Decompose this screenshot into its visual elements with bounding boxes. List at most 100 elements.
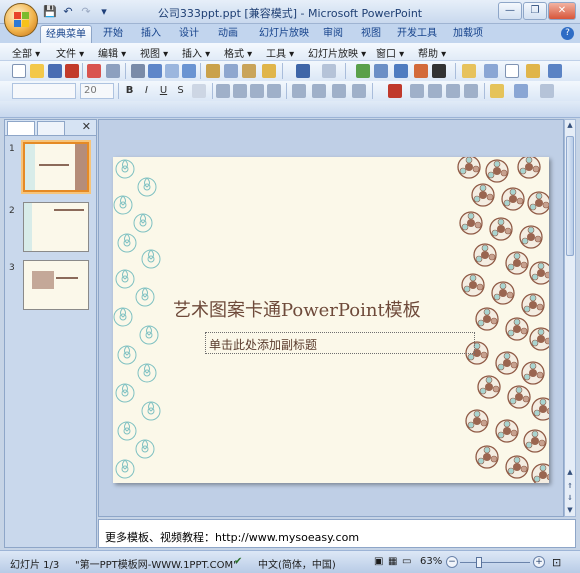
notes-pane[interactable]: 更多模板、视频教程：http://www.mysoeasy.com — [98, 519, 576, 548]
menu-file[interactable]: 文件 ▾ — [56, 45, 84, 60]
cut-icon[interactable] — [206, 64, 220, 78]
copy-icon[interactable] — [224, 64, 238, 78]
help-icon[interactable]: ? — [561, 27, 574, 40]
slideshow-view-icon[interactable]: ▭ — [402, 556, 411, 567]
format-painter-icon[interactable] — [262, 64, 276, 78]
paste-icon[interactable] — [242, 64, 256, 78]
color-grayscale-icon[interactable] — [432, 64, 446, 78]
research-icon[interactable] — [165, 64, 179, 78]
menu-edit[interactable]: 编辑 ▾ — [98, 45, 126, 60]
scroll-up-icon[interactable]: ▲ — [565, 121, 575, 133]
redo-icon[interactable] — [322, 64, 336, 78]
decrease-indent-icon[interactable] — [446, 84, 460, 98]
menu-insert[interactable]: 插入 ▾ — [182, 45, 210, 60]
current-slide[interactable]: 艺术图案卡通PowerPoint模板 单击此处添加副标题 — [113, 157, 549, 483]
slide-title[interactable]: 艺术图案卡通PowerPoint模板 — [173, 296, 453, 322]
fit-to-window-icon[interactable]: ⊡ — [552, 556, 561, 569]
scroll-down-icon[interactable]: ▼ — [565, 506, 575, 518]
tab-design[interactable]: 设计 — [174, 25, 204, 43]
scroll-up-icon[interactable]: ▲ — [565, 468, 575, 480]
minimize-button[interactable]: — — [498, 2, 522, 20]
align-left-icon[interactable] — [216, 84, 230, 98]
office-button[interactable] — [4, 3, 38, 37]
design-icon[interactable] — [490, 84, 504, 98]
tab-slides[interactable] — [7, 121, 35, 135]
font-name-combo[interactable] — [12, 83, 76, 99]
vertical-scrollbar[interactable]: ▲ ▲ ⇑ ⇓ ▼ — [564, 119, 576, 517]
arrange-icon[interactable] — [548, 64, 562, 78]
save-icon[interactable] — [48, 64, 62, 78]
maximize-button[interactable]: ❐ — [523, 2, 547, 20]
spelling-icon[interactable] — [148, 64, 162, 78]
insert-picture-icon[interactable] — [394, 64, 408, 78]
slide-thumbnail-1[interactable] — [23, 142, 89, 192]
scrollbar-thumb[interactable] — [566, 136, 574, 256]
previous-slide-icon[interactable]: ⇑ — [565, 482, 575, 494]
font-color-icon[interactable] — [388, 84, 402, 98]
zoom-level[interactable]: 63% — [420, 556, 442, 567]
menu-tools[interactable]: 工具 ▾ — [266, 45, 294, 60]
tab-review[interactable]: 审阅 — [318, 25, 348, 43]
zoom-slider-handle[interactable] — [476, 557, 482, 568]
insert-table-icon[interactable] — [374, 64, 388, 78]
tab-insert[interactable]: 插入 — [136, 25, 166, 43]
underline-button[interactable]: U — [156, 83, 171, 98]
print-preview-icon[interactable] — [131, 64, 145, 78]
tab-animations[interactable]: 动画 — [213, 25, 243, 43]
tab-developer[interactable]: 开发工具 — [394, 25, 440, 43]
tab-classic-menu[interactable]: 经典菜单 — [40, 25, 92, 43]
zoom-in-button[interactable]: + — [533, 556, 545, 568]
tab-home[interactable]: 开始 — [98, 25, 128, 43]
menu-window[interactable]: 窗口 ▾ — [376, 45, 404, 60]
translate-icon[interactable] — [182, 64, 196, 78]
menu-all[interactable]: 全部 ▾ — [12, 45, 40, 60]
menu-slideshow[interactable]: 幻灯片放映 ▾ — [308, 45, 366, 60]
zoom-out-button[interactable]: − — [446, 556, 458, 568]
text-direction-icon[interactable] — [352, 84, 366, 98]
numbering-icon[interactable] — [312, 84, 326, 98]
zoom-slider[interactable] — [460, 562, 530, 563]
spellcheck-icon[interactable]: ✔ — [234, 556, 242, 567]
tab-view[interactable]: 视图 — [356, 25, 386, 43]
slide-thumbnail-3[interactable] — [23, 260, 89, 310]
menu-format[interactable]: 格式 ▾ — [224, 45, 252, 60]
justify-icon[interactable] — [267, 84, 281, 98]
align-center-icon[interactable] — [233, 84, 247, 98]
tab-slideshow[interactable]: 幻灯片放映 — [256, 25, 312, 43]
tab-outline[interactable] — [37, 121, 65, 135]
layout-icon[interactable] — [484, 64, 498, 78]
toolbar-options-icon[interactable] — [540, 84, 554, 98]
normal-view-icon[interactable]: ▣ — [374, 556, 383, 567]
text-box-icon[interactable] — [505, 64, 519, 78]
next-slide-icon[interactable]: ⇓ — [565, 494, 575, 506]
insert-chart-icon[interactable] — [356, 64, 370, 78]
pdf-icon[interactable] — [87, 64, 101, 78]
italic-button[interactable]: I — [139, 83, 154, 98]
bold-button[interactable]: B — [122, 83, 137, 98]
grow-font-icon[interactable] — [410, 84, 424, 98]
bullets-icon[interactable] — [292, 84, 306, 98]
insert-wordart-icon[interactable] — [414, 64, 428, 78]
subtitle-placeholder[interactable]: 单击此处添加副标题 — [205, 332, 475, 354]
slide-thumbnail-2[interactable] — [23, 202, 89, 252]
close-button[interactable]: ✕ — [548, 2, 576, 20]
char-spacing-icon[interactable] — [192, 84, 206, 98]
shadow-button[interactable]: S — [173, 83, 188, 98]
tab-addins[interactable]: 加载项 — [448, 25, 488, 43]
print-icon[interactable] — [106, 64, 120, 78]
align-right-icon[interactable] — [250, 84, 264, 98]
font-size-combo[interactable]: 20 — [80, 83, 114, 99]
new-file-icon[interactable] — [12, 64, 26, 78]
shrink-font-icon[interactable] — [428, 84, 442, 98]
open-icon[interactable] — [30, 64, 44, 78]
menu-help[interactable]: 帮助 ▾ — [418, 45, 446, 60]
increase-indent-icon[interactable] — [464, 84, 478, 98]
permission-icon[interactable] — [65, 64, 79, 78]
line-spacing-icon[interactable] — [332, 84, 346, 98]
new-slide-icon[interactable] — [462, 64, 476, 78]
slide-sorter-icon[interactable]: ▦ — [388, 556, 397, 567]
shapes-icon[interactable] — [526, 64, 540, 78]
undo-icon[interactable] — [296, 64, 310, 78]
close-pane-icon[interactable]: ✕ — [82, 120, 91, 133]
new-slide-icon[interactable] — [514, 84, 528, 98]
